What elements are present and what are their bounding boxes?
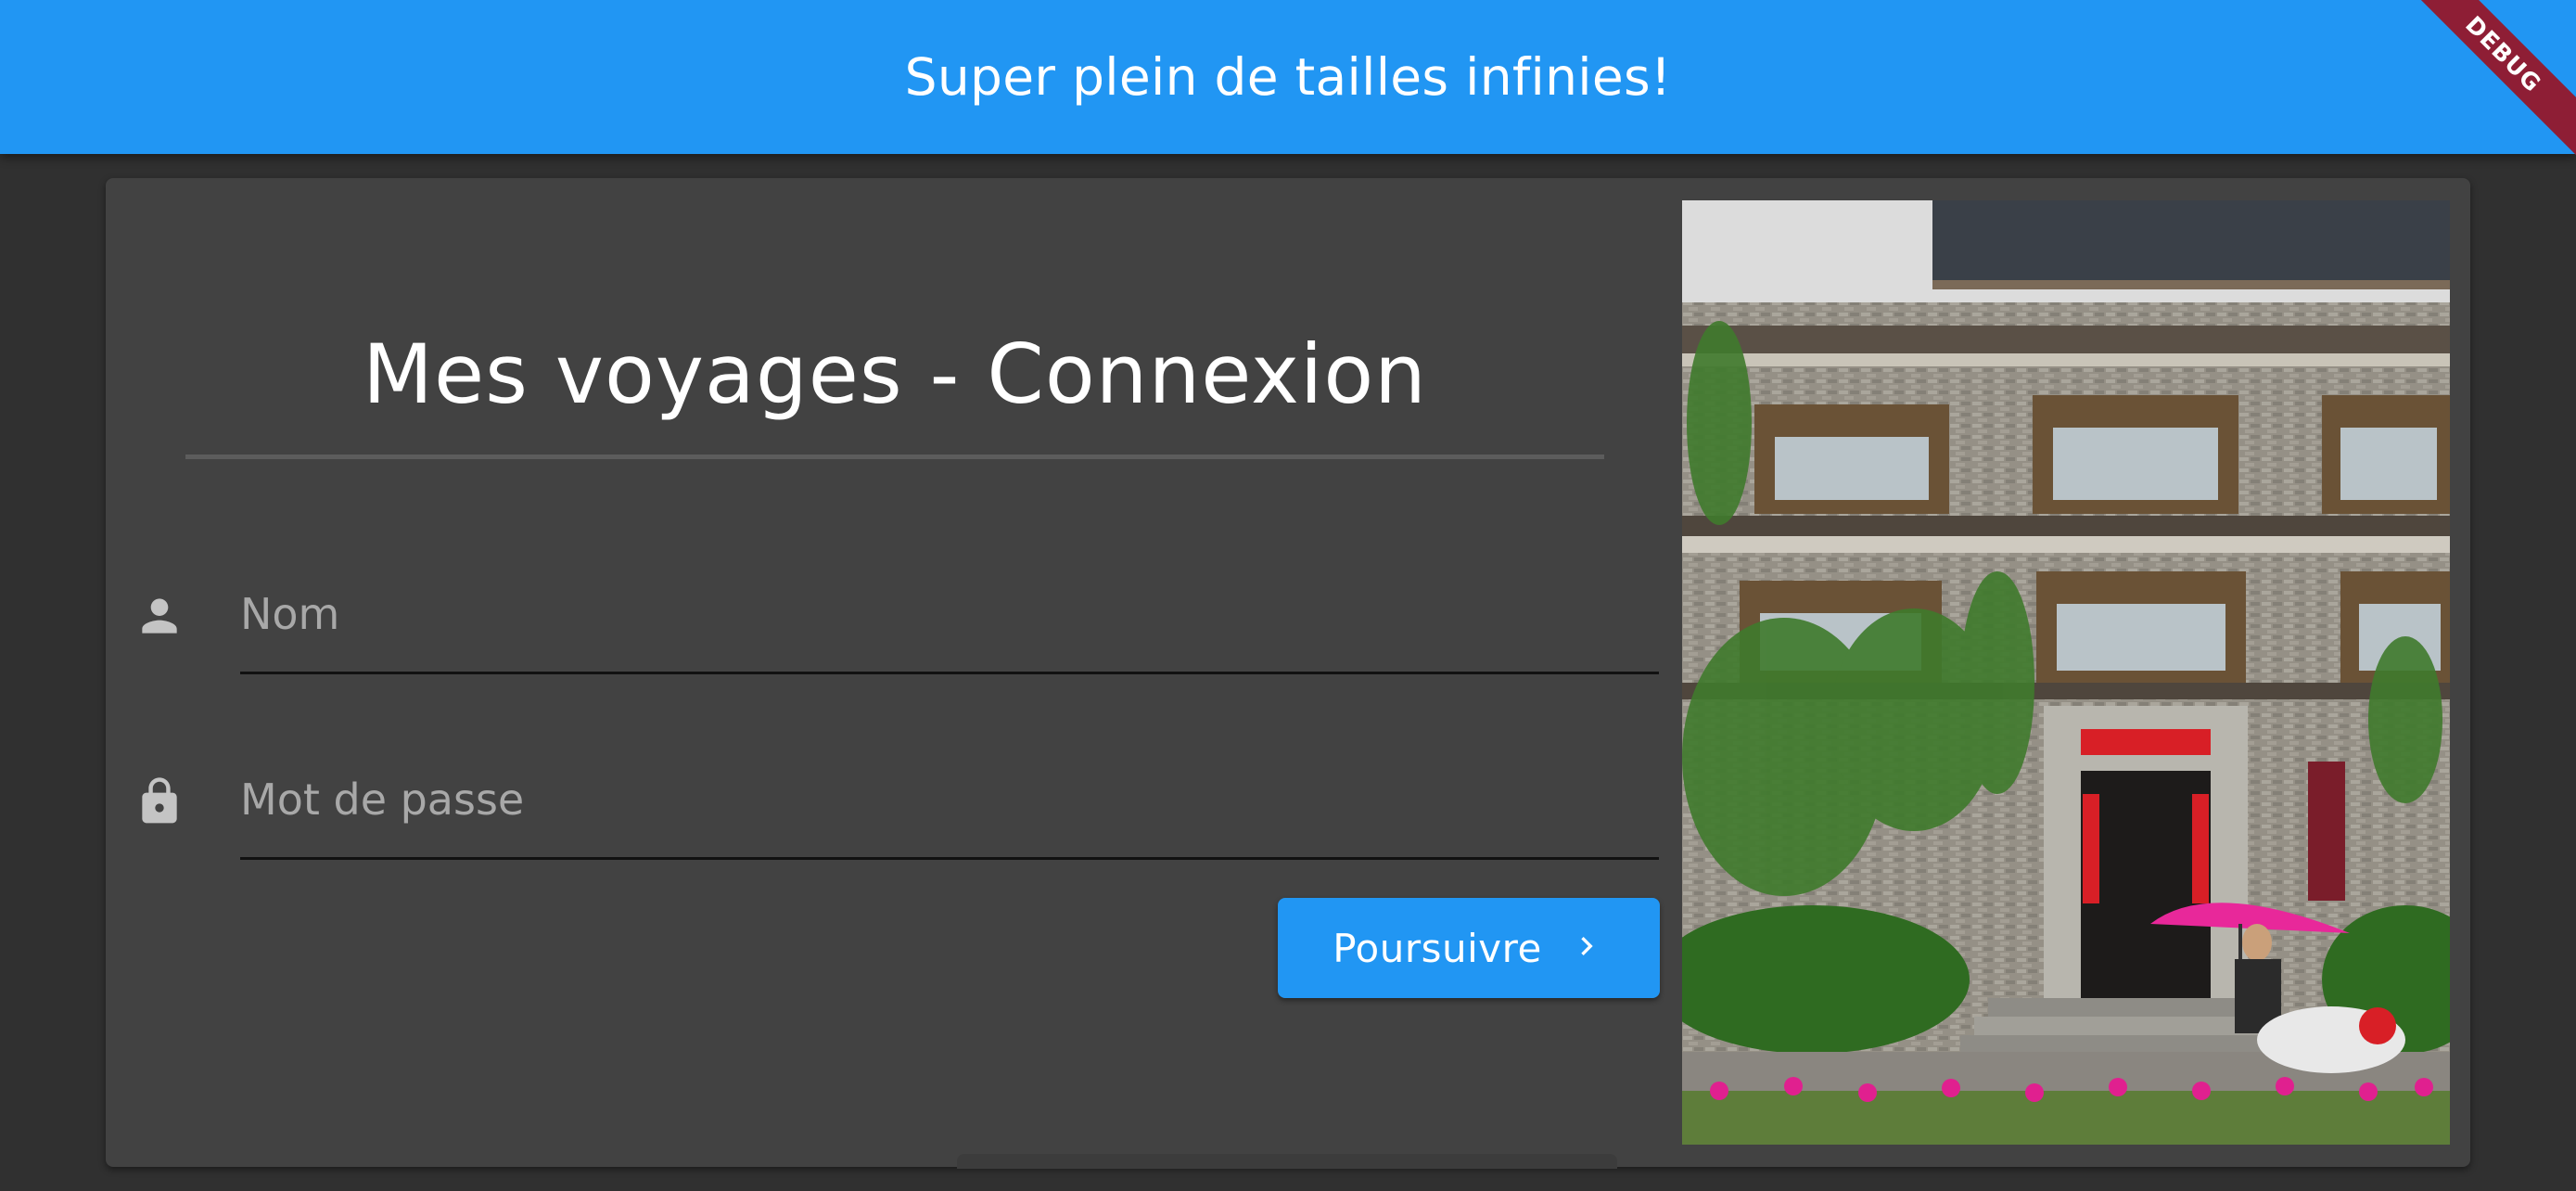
person-icon	[134, 586, 185, 646]
password-input-underline	[240, 857, 1659, 860]
lock-icon	[134, 772, 185, 831]
password-input[interactable]	[240, 762, 1659, 837]
title-divider	[185, 455, 1604, 459]
name-input[interactable]	[240, 577, 1659, 651]
app-bar: Super plein de tailles infinies!	[0, 0, 2576, 154]
password-field	[106, 735, 1660, 864]
chevron-right-icon	[1568, 928, 1605, 968]
name-field	[106, 549, 1660, 679]
app-bar-title: Super plein de tailles infinies!	[904, 47, 1672, 107]
page-title: Mes voyages - Connexion	[363, 327, 1427, 422]
name-input-underline	[240, 672, 1659, 674]
continue-button[interactable]: Poursuivre	[1278, 898, 1660, 998]
login-card: Mes voyages - Connexion Poursuivre	[106, 178, 2470, 1167]
travel-photo	[1682, 200, 2450, 1145]
bottom-scroll-hint	[957, 1154, 1617, 1169]
continue-button-label: Poursuivre	[1333, 925, 1542, 971]
